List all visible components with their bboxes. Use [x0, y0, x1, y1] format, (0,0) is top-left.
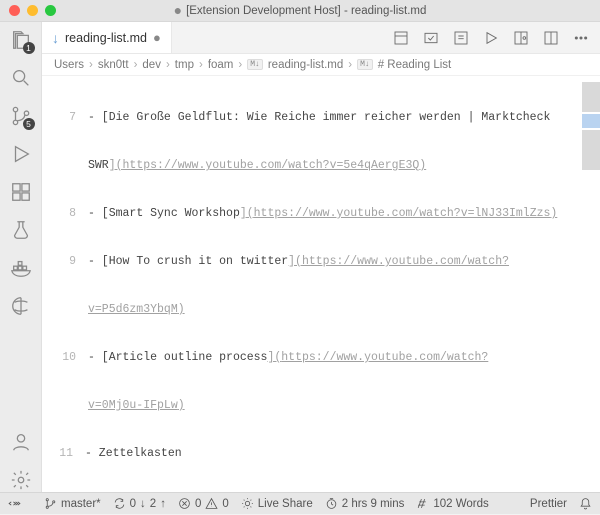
- prettier-status[interactable]: Prettier: [530, 498, 567, 510]
- line-number: 8: [42, 206, 88, 222]
- remote-indicator-icon[interactable]: [0, 493, 28, 515]
- live-share-status[interactable]: Live Share: [241, 497, 313, 510]
- titlebar: ● [Extension Development Host] - reading…: [0, 0, 600, 22]
- toggle-backlinks-icon[interactable]: [392, 29, 410, 47]
- settings-gear-icon[interactable]: [9, 468, 33, 492]
- open-changes-icon[interactable]: [452, 29, 470, 47]
- window-title: [Extension Development Host] - reading-l…: [186, 5, 426, 17]
- git-sync-status[interactable]: 0↓ 2↑: [113, 497, 166, 510]
- problems-status[interactable]: 0 0: [178, 497, 229, 510]
- git-branch-status[interactable]: master*: [44, 497, 101, 510]
- split-editor-icon[interactable]: [542, 29, 560, 47]
- markdown-file-icon: ↓: [52, 30, 59, 46]
- search-icon[interactable]: [9, 66, 33, 90]
- crumb-dev[interactable]: dev: [142, 59, 161, 71]
- accounts-icon[interactable]: [9, 430, 33, 454]
- crumb-file[interactable]: reading-list.md: [268, 59, 343, 71]
- line-number: 7: [42, 110, 88, 126]
- tab-label: reading-list.md: [65, 31, 147, 45]
- tab-dirty-indicator[interactable]: ●: [153, 30, 161, 45]
- more-actions-icon[interactable]: [572, 29, 590, 47]
- crumb-heading[interactable]: # Reading List: [378, 59, 452, 71]
- test-icon[interactable]: [9, 218, 33, 242]
- extension-action-icon[interactable]: [422, 29, 440, 47]
- editor-actions: [392, 22, 600, 53]
- activity-bar: 1 5: [0, 22, 42, 492]
- crumb-foam[interactable]: foam: [208, 59, 234, 71]
- line-number: 9: [42, 254, 88, 270]
- status-bar: master* 0↓ 2↑ 0 0 Live Share 2 hrs 9 min…: [0, 492, 600, 514]
- run-debug-icon[interactable]: [9, 142, 33, 166]
- line-number: 11: [42, 446, 85, 462]
- breadcrumb[interactable]: Users› skn0tt› dev› tmp› foam› M↓ readin…: [42, 54, 600, 76]
- code-editor[interactable]: 7- [Die Große Geldflut: Wie Reiche immer…: [42, 76, 600, 492]
- zoom-window-button[interactable]: [45, 5, 56, 16]
- tab-reading-list[interactable]: ↓ reading-list.md ●: [42, 22, 172, 53]
- close-window-button[interactable]: [9, 5, 20, 16]
- time-tracking-status[interactable]: 2 hrs 9 mins: [325, 497, 405, 510]
- window-controls: [0, 5, 56, 16]
- docker-icon[interactable]: [9, 256, 33, 280]
- editor-tabs: ↓ reading-list.md ●: [42, 22, 600, 54]
- notifications-icon[interactable]: [579, 497, 592, 510]
- markdown-badge-icon: M↓: [357, 59, 373, 70]
- crumb-tmp[interactable]: tmp: [175, 59, 194, 71]
- explorer-icon[interactable]: 1: [9, 28, 33, 52]
- open-preview-icon[interactable]: [512, 29, 530, 47]
- crumb-users[interactable]: Users: [54, 59, 84, 71]
- minimap[interactable]: [582, 76, 600, 492]
- remote-explorer-icon[interactable]: [9, 294, 33, 318]
- explorer-badge: 1: [23, 42, 35, 54]
- line-number: 10: [42, 350, 88, 366]
- run-icon[interactable]: [482, 29, 500, 47]
- scm-badge: 5: [23, 118, 35, 130]
- source-control-icon[interactable]: 5: [9, 104, 33, 128]
- word-count-status[interactable]: 102 Words: [416, 497, 488, 510]
- markdown-badge-icon: M↓: [247, 59, 263, 70]
- extensions-icon[interactable]: [9, 180, 33, 204]
- crumb-user[interactable]: skn0tt: [98, 59, 129, 71]
- minimize-window-button[interactable]: [27, 5, 38, 16]
